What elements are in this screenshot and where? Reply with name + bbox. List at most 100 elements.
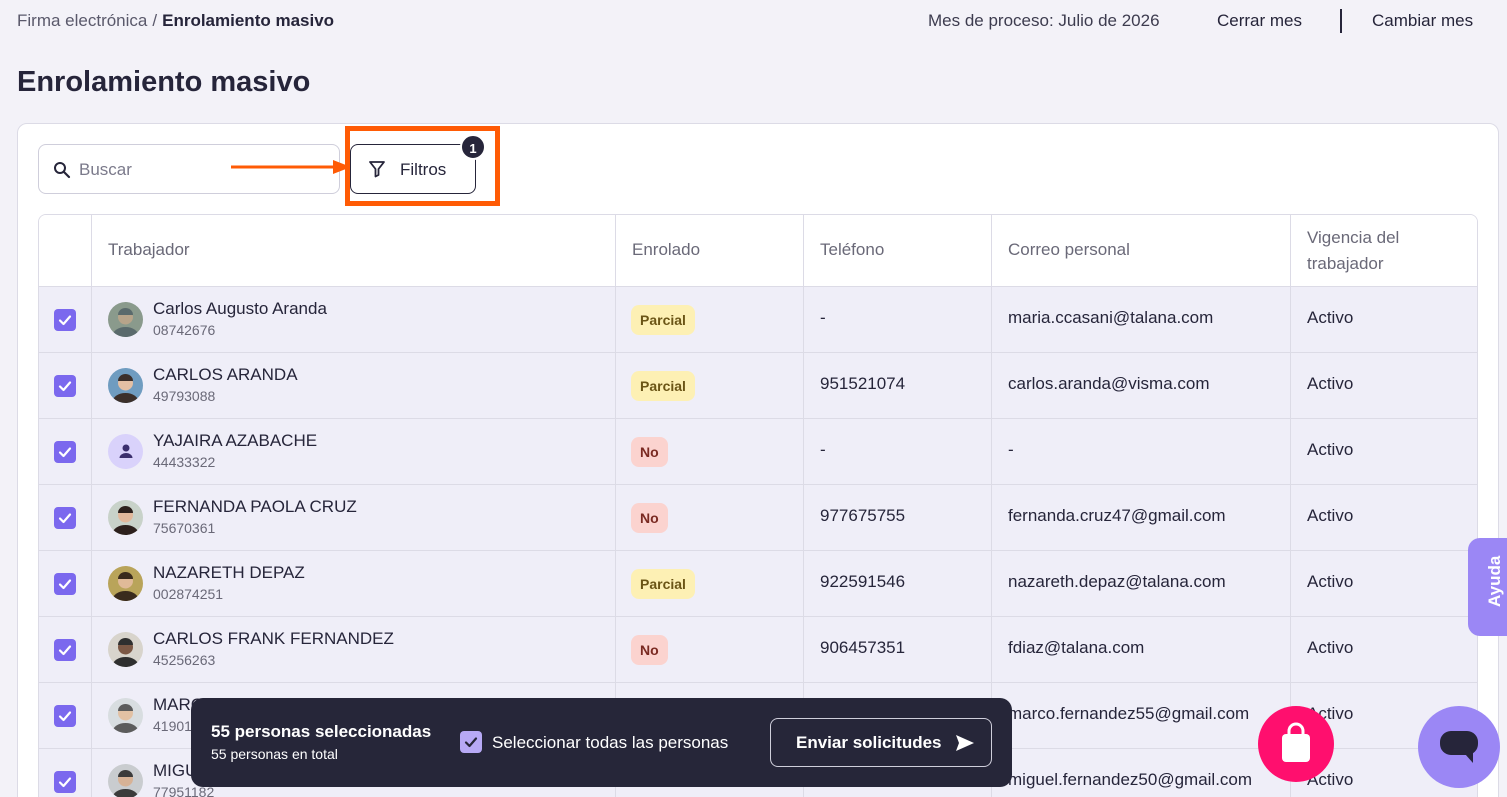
avatar-photo [108,302,143,337]
select-all-checkbox[interactable] [460,731,482,753]
email-cell: carlos.aranda@visma.com [992,353,1291,418]
enrolled-cell: Parcial [616,551,804,616]
table-row[interactable]: NAZARETH DEPAZ 002874251 Parcial 922591546 n… [39,551,1477,617]
avatar [108,698,143,733]
send-requests-label: Enviar solicitudes [796,733,942,752]
worker-cell: CARLOS FRANK FERNANDEZ 45256263 [92,617,616,682]
page-title: Enrolamiento masivo [17,66,311,98]
avatar-photo [108,500,143,535]
breadcrumb-current: Enrolamiento masivo [162,11,335,30]
send-requests-button[interactable]: Enviar solicitudes [770,718,992,767]
check-icon [58,447,72,458]
validity-cell: Activo [1291,287,1477,352]
phone-cell: - [804,419,992,484]
avatar-photo [108,698,143,733]
avatar [108,500,143,535]
enrolled-cell: Parcial [616,287,804,352]
validity-text: Activo [1307,506,1354,525]
header-divider [1340,9,1342,33]
phone-cell: 906457351 [804,617,992,682]
row-checkbox[interactable] [54,441,76,463]
row-select-cell [39,287,92,352]
column-header: Enrolado [632,240,701,259]
table-row[interactable]: CARLOS FRANK FERNANDEZ 45256263 No 90645735… [39,617,1477,683]
validity-text: Activo [1307,308,1354,327]
enrollment-status-badge: Parcial [631,305,695,335]
bulk-selection-bar: 55 personas seleccionadas 55 personas en… [191,698,1012,787]
row-select-cell [39,353,92,418]
row-select-cell [39,419,92,484]
user-icon [119,444,133,458]
phone-text: - [820,308,826,327]
table-row[interactable]: Carlos Augusto Aranda 08742676 Parcial - mar… [39,287,1477,353]
worker-id: 75670361 [153,520,216,536]
worker-cell: FERNANDA PAOLA CRUZ 75670361 [92,485,616,550]
table-row[interactable]: CARLOS ARANDA 49793088 Parcial 951521074 car… [39,353,1477,419]
check-icon [58,579,72,590]
chat-button[interactable] [1418,706,1500,788]
enrolled-cell: No [616,485,804,550]
enrollment-status-badge: Parcial [631,371,695,401]
worker-name: YAJAIRA AZABACHE [153,431,318,450]
email-text: maria.ccasani@talana.com [1008,308,1214,327]
breadcrumb-separator: / [152,11,158,30]
worker-id: 49793088 [153,388,216,404]
row-checkbox[interactable] [54,639,76,661]
shopping-bag-button[interactable] [1258,706,1334,782]
help-tab[interactable]: Ayuda [1468,538,1507,636]
worker-id: 45256263 [153,652,216,668]
email-cell: fdiaz@talana.com [992,617,1291,682]
email-text: marco.fernandez55@gmail.com [1008,704,1250,723]
worker-id: 002874251 [153,586,224,602]
check-icon [58,315,72,326]
header-phone: Teléfono [804,215,992,286]
row-checkbox[interactable] [54,375,76,397]
row-checkbox[interactable] [54,309,76,331]
enrolled-cell: No [616,419,804,484]
email-cell: - [992,419,1291,484]
chat-icon [1440,731,1478,763]
worker-id: 41901 [153,718,192,734]
top-bar: Firma electrónica / Enrolamiento masivo Me… [0,0,1507,42]
row-checkbox[interactable] [54,507,76,529]
table-row[interactable]: YAJAIRA AZABACHE 44433322 No - - Activo [39,419,1477,485]
close-month-button[interactable]: Cerrar mes [1217,11,1302,31]
breadcrumb-parent[interactable]: Firma electrónica [17,11,147,30]
filters-label: Filtros [400,160,447,179]
avatar-photo [108,764,143,797]
select-all-label[interactable]: Seleccionar todas las personas [492,733,728,753]
avatar [108,368,143,403]
phone-text: 906457351 [820,638,906,657]
validity-text: Activo [1307,572,1354,591]
filters-button[interactable]: Filtros [350,144,476,194]
check-icon [464,737,478,748]
worker-cell: CARLOS ARANDA 49793088 [92,353,616,418]
row-checkbox[interactable] [54,771,76,793]
enrollment-card: Filtros 1 Trabajador Enrolado Teléfono C… [17,123,1499,797]
validity-cell: Activo [1291,419,1477,484]
row-select-cell [39,683,92,748]
row-checkbox[interactable] [54,705,76,727]
phone-text: - [820,440,826,459]
worker-cell: Carlos Augusto Aranda 08742676 [92,287,616,352]
check-icon [58,513,72,524]
enrollment-status-badge: Parcial [631,569,695,599]
validity-text: Activo [1307,440,1354,459]
worker-name: FERNANDA PAOLA CRUZ [153,497,357,516]
table-header: Trabajador Enrolado Teléfono Correo pers… [39,215,1477,287]
check-icon [58,645,72,656]
column-header: Teléfono [820,240,885,259]
phone-text: 977675755 [820,506,906,525]
row-select-cell [39,551,92,616]
row-select-cell [39,749,92,797]
table-row[interactable]: FERNANDA PAOLA CRUZ 75670361 No 977675755 fe… [39,485,1477,551]
check-icon [58,381,72,392]
total-count: 55 personas en total [211,746,338,762]
avatar [108,764,143,797]
worker-id: 08742676 [153,322,216,338]
row-checkbox[interactable] [54,573,76,595]
change-month-button[interactable]: Cambiar mes [1372,11,1473,31]
phone-cell: 922591546 [804,551,992,616]
header-enrolled: Enrolado [616,215,804,286]
enrollment-status-badge: No [631,437,668,467]
